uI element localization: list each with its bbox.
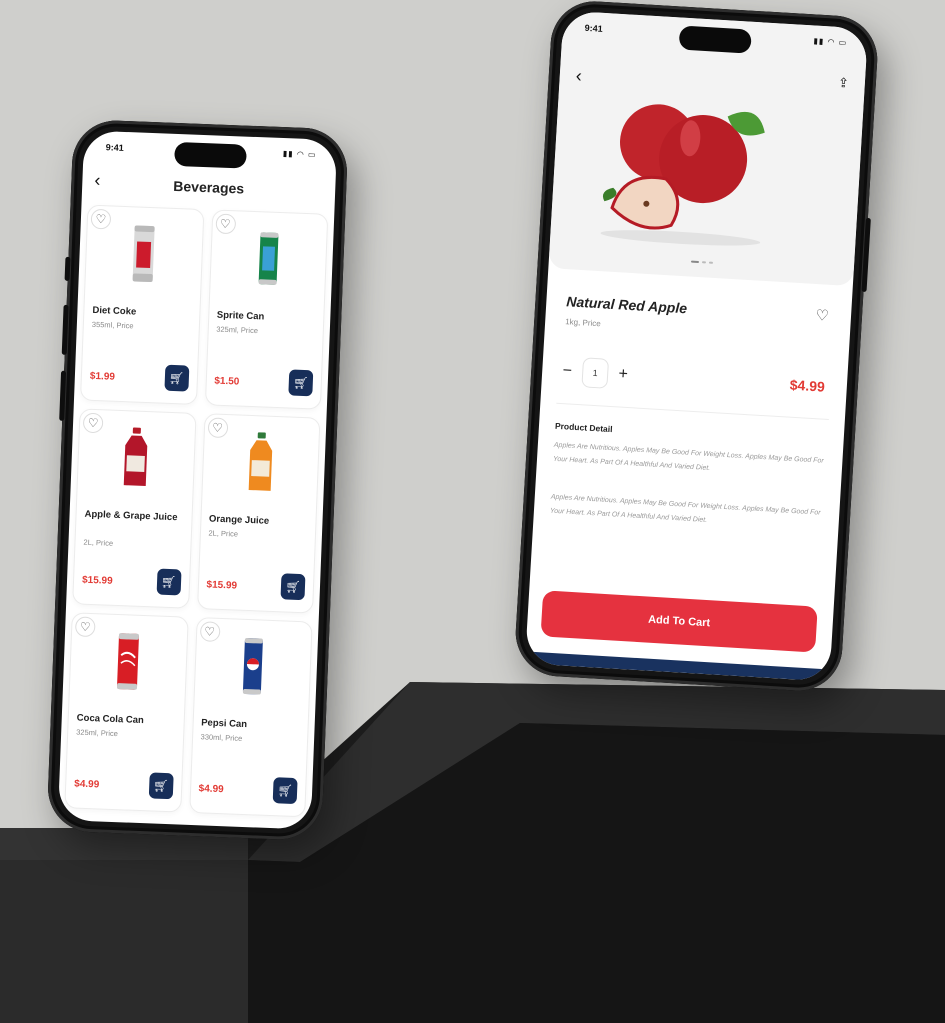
share-icon[interactable]: ⇪	[837, 75, 850, 92]
apple-grape-juice-image	[123, 427, 148, 487]
product-name: Orange Juice	[208, 513, 270, 527]
divider	[556, 402, 829, 420]
product-size: 325ml, Price	[76, 727, 119, 739]
detail-text: Apples Are Nutritious. Apples May Be Goo…	[552, 441, 824, 473]
status-icons: ▮▮ ◠ ▭	[282, 149, 317, 160]
product-size: 325ml, Price	[216, 324, 259, 336]
product-price: $1.50	[214, 375, 240, 388]
add-to-cart-button[interactable]: 🛒︎	[163, 364, 189, 392]
phone-right: 9:41 ▮▮ ◠ ▭ ‹ ⇪ Natural Red Apple 1kg, P…	[513, 0, 880, 694]
product-size: 330ml, Price	[200, 732, 243, 743]
bottom-bar	[524, 651, 831, 682]
detail-text: Apples Are Nutritious. Apples May Be Goo…	[549, 493, 821, 524]
add-to-cart-button[interactable]: 🛒︎	[272, 777, 298, 805]
product-price: $4.99	[198, 783, 224, 796]
mute-switch	[64, 256, 71, 281]
add-to-cart-button[interactable]: 🛒︎	[280, 573, 306, 601]
product-card[interactable]: ♡ Orange Juice 2L, Price $15.99 🛒︎	[196, 413, 321, 614]
sprite-can-image	[258, 232, 279, 285]
product-price: $15.99	[206, 579, 238, 592]
page-title: Beverages	[173, 177, 245, 197]
product-card[interactable]: ♡ Pepsi Can 330ml, Price $4.99 🛒︎	[188, 617, 313, 818]
heart-icon[interactable]: ♡	[82, 412, 104, 434]
product-name: Diet Coke	[92, 304, 137, 318]
product-name: Apple & Grape Juice	[84, 508, 178, 524]
product-card[interactable]: ♡ Apple & Grape Juice 2L, Price $15.99 🛒…	[72, 408, 197, 609]
product-price: $4.99	[74, 778, 100, 791]
status-icons: ▮▮ ◠ ▭	[813, 36, 848, 48]
heart-icon[interactable]: ♡	[214, 213, 236, 235]
product-size: 2L, Price	[208, 528, 239, 539]
heart-icon[interactable]: ♡	[90, 208, 112, 230]
heart-icon[interactable]: ♡	[199, 621, 221, 642]
product-size: 2L, Price	[83, 537, 114, 548]
product-name: Sprite Can	[216, 309, 265, 323]
diet-coke-image	[132, 225, 155, 283]
status-time: 9:41	[584, 22, 603, 34]
mockup-scene: 9:41 ▮▮ ◠ ▭ ‹ Beverages ♡ Diet Coke 355m…	[0, 0, 945, 1023]
orange-juice-image	[248, 432, 272, 491]
heart-icon[interactable]: ♡	[74, 616, 96, 638]
coca-cola-can-image	[117, 633, 140, 690]
heart-icon[interactable]: ♡	[815, 306, 829, 325]
back-icon[interactable]: ‹	[575, 65, 582, 86]
product-card[interactable]: ♡ Diet Coke 355ml, Price $1.99 🛒︎	[79, 204, 204, 405]
status-time: 9:41	[105, 142, 124, 153]
pepsi-can-image	[242, 638, 263, 695]
product-price: $15.99	[81, 574, 113, 587]
product-name: Pepsi Can	[200, 717, 248, 731]
product-card[interactable]: ♡ Coca Cola Can 325ml, Price $4.99 🛒︎	[64, 612, 189, 813]
add-to-cart-button[interactable]: Add To Cart	[540, 590, 818, 653]
add-to-cart-button[interactable]: 🛒︎	[156, 568, 182, 596]
product-grid: ♡ Diet Coke 355ml, Price $1.99 🛒︎ ♡ Spri…	[64, 204, 329, 818]
volume-up-button	[61, 304, 69, 355]
add-to-cart-button[interactable]: 🛒︎	[288, 369, 314, 397]
volume-down-button	[59, 370, 67, 421]
plus-button[interactable]: +	[616, 365, 631, 384]
product-price: $4.99	[789, 376, 826, 395]
dynamic-island	[173, 141, 247, 169]
phone-left: 9:41 ▮▮ ◠ ▭ ‹ Beverages ♡ Diet Coke 355m…	[46, 118, 349, 842]
add-to-cart-button[interactable]: 🛒︎	[148, 772, 174, 800]
product-card[interactable]: ♡ Sprite Can 325ml, Price $1.50 🛒︎	[204, 209, 329, 410]
product-detail-screen: 9:41 ▮▮ ◠ ▭ ‹ ⇪ Natural Red Apple 1kg, P…	[524, 10, 869, 682]
quantity-stepper: − 1 +	[559, 356, 631, 390]
carousel-dots[interactable]	[690, 260, 713, 264]
product-title: Natural Red Apple	[565, 293, 688, 317]
product-hero: 9:41 ▮▮ ◠ ▭ ‹ ⇪	[548, 10, 869, 287]
detail-heading: Product Detail	[554, 420, 613, 435]
quantity-value[interactable]: 1	[581, 357, 610, 389]
product-price: $1.99	[89, 370, 116, 383]
product-unit: 1kg, Price	[564, 317, 601, 329]
beverages-screen: 9:41 ▮▮ ◠ ▭ ‹ Beverages ♡ Diet Coke 355m…	[57, 130, 338, 830]
dynamic-island	[678, 25, 752, 54]
product-size: 355ml, Price	[91, 319, 134, 331]
minus-button[interactable]: −	[560, 362, 575, 381]
heart-icon[interactable]: ♡	[207, 417, 228, 439]
product-name: Coca Cola Can	[76, 712, 144, 727]
apple-image	[600, 104, 765, 246]
